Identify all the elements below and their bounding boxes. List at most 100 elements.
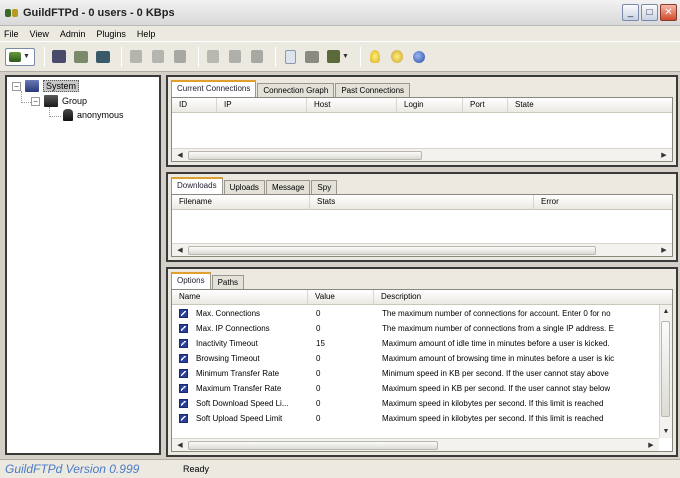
maximize-button[interactable]: □: [641, 4, 658, 21]
column-login[interactable]: Login: [397, 98, 463, 112]
option-value[interactable]: 0: [316, 369, 376, 378]
connect-button[interactable]: ▼: [5, 47, 35, 66]
option-checkbox[interactable]: [179, 369, 188, 378]
tab-connection-graph[interactable]: Connection Graph: [257, 83, 335, 97]
column-stats[interactable]: Stats: [310, 195, 534, 209]
tab-downloads[interactable]: Downloads: [171, 177, 223, 194]
scroll-right-icon[interactable]: ▶: [658, 245, 670, 256]
option-value[interactable]: 15: [316, 339, 376, 348]
column-state[interactable]: State: [508, 98, 672, 112]
settings-button[interactable]: [303, 48, 321, 66]
page3-button[interactable]: [248, 48, 266, 66]
scroll-left-icon[interactable]: ◀: [174, 150, 186, 161]
scroll-right-icon[interactable]: ▶: [658, 150, 670, 161]
menu-help[interactable]: Help: [137, 29, 156, 39]
option-checkbox[interactable]: [179, 324, 188, 333]
tip-button[interactable]: [388, 48, 406, 66]
option-checkbox[interactable]: [179, 309, 188, 318]
options-list[interactable]: Name Value Description Max. Connections …: [171, 289, 673, 452]
tree-item-system[interactable]: − System: [12, 80, 80, 92]
menu-admin[interactable]: Admin: [60, 29, 86, 39]
column-ip[interactable]: IP: [217, 98, 307, 112]
scroll-left-icon[interactable]: ◀: [174, 245, 186, 256]
menu-view[interactable]: View: [30, 29, 49, 39]
option-row-browsing-timeout[interactable]: Browsing Timeout 0 Maximum amount of bro…: [172, 351, 662, 366]
tab-options[interactable]: Options: [171, 272, 211, 289]
globe-button[interactable]: [410, 48, 428, 66]
scrollbar-thumb[interactable]: [661, 321, 670, 417]
tab-uploads[interactable]: Uploads: [223, 180, 265, 194]
column-filename[interactable]: Filename: [172, 195, 310, 209]
transfers-list[interactable]: Filename Stats Error ◀ ▶: [171, 194, 673, 257]
scrollbar-thumb[interactable]: [188, 441, 438, 450]
connections-tabs: Current Connections Connection Graph Pas…: [171, 80, 411, 97]
tab-paths[interactable]: Paths: [211, 275, 245, 289]
tab-past-connections[interactable]: Past Connections: [335, 83, 411, 97]
tab-message[interactable]: Message: [265, 180, 311, 194]
page2-button[interactable]: [226, 48, 244, 66]
chevron-down-icon[interactable]: ▼: [23, 53, 30, 60]
document-button[interactable]: [281, 48, 299, 66]
option-row-inactivity-timeout[interactable]: Inactivity Timeout 15 Maximum amount of …: [172, 336, 662, 351]
collapse-icon[interactable]: −: [12, 81, 21, 91]
tree-item-group[interactable]: − Group: [31, 95, 87, 107]
option-checkbox[interactable]: [179, 339, 188, 348]
option-row-maximum-transfer-rate[interactable]: Maximum Transfer Rate 0 Maximum speed in…: [172, 381, 662, 396]
option-value[interactable]: 0: [316, 354, 376, 363]
option-value[interactable]: 0: [316, 384, 376, 393]
option-checkbox[interactable]: [179, 384, 188, 393]
connections-list[interactable]: ID IP Host Login Port State ◀ ▶: [171, 97, 673, 162]
option-row-soft-download-speed-limit[interactable]: Soft Download Speed Li... 0 Maximum spee…: [172, 396, 662, 411]
column-host[interactable]: Host: [307, 98, 397, 112]
option-checkbox[interactable]: [179, 414, 188, 423]
monitor-button[interactable]: [94, 48, 112, 66]
option-row-max-connections[interactable]: Max. Connections 0 The maximum number of…: [172, 306, 662, 321]
minimize-button[interactable]: _: [622, 4, 639, 21]
copy-button[interactable]: [127, 48, 145, 66]
scrollbar-thumb[interactable]: [188, 246, 596, 255]
page-button[interactable]: [204, 48, 222, 66]
vertical-scrollbar[interactable]: ▲ ▼: [659, 305, 672, 438]
app-logo-icon[interactable]: [4, 7, 20, 19]
menu-plugins[interactable]: Plugins: [96, 29, 126, 39]
column-value[interactable]: Value: [308, 290, 374, 304]
tree-item-anonymous[interactable]: anonymous: [63, 109, 124, 121]
column-error[interactable]: Error: [534, 195, 672, 209]
option-checkbox[interactable]: [179, 354, 188, 363]
plugin-button[interactable]: ▼: [325, 48, 351, 66]
tab-spy[interactable]: Spy: [311, 180, 338, 194]
option-value[interactable]: 0: [316, 324, 376, 333]
close-button[interactable]: ✕: [660, 4, 677, 21]
column-name[interactable]: Name: [172, 290, 308, 304]
user-tree[interactable]: − System − Group anonymous: [5, 75, 161, 455]
option-row-soft-upload-speed-limit[interactable]: Soft Upload Speed Limit 0 Maximum speed …: [172, 411, 662, 426]
column-port[interactable]: Port: [463, 98, 508, 112]
users-button[interactable]: [50, 48, 68, 66]
option-checkbox[interactable]: [179, 399, 188, 408]
version-label: GuildFTPd Version 0.999: [5, 462, 140, 476]
scrollbar-thumb[interactable]: [188, 151, 422, 160]
scroll-right-icon[interactable]: ▶: [645, 440, 657, 451]
collapse-icon[interactable]: −: [31, 96, 40, 106]
option-row-minimum-transfer-rate[interactable]: Minimum Transfer Rate 0 Minimum speed in…: [172, 366, 662, 381]
option-value[interactable]: 0: [316, 399, 376, 408]
option-value[interactable]: 0: [316, 309, 376, 318]
column-description[interactable]: Description: [374, 290, 664, 304]
group-button[interactable]: [72, 48, 90, 66]
horizontal-scrollbar[interactable]: ◀ ▶: [172, 243, 672, 256]
horizontal-scrollbar[interactable]: ◀ ▶: [172, 148, 672, 161]
horizontal-scrollbar[interactable]: ◀ ▶: [172, 438, 659, 451]
column-id[interactable]: ID: [172, 98, 217, 112]
scroll-left-icon[interactable]: ◀: [174, 440, 186, 451]
tab-current-connections[interactable]: Current Connections: [171, 80, 257, 97]
option-value[interactable]: 0: [316, 414, 376, 423]
scroll-up-icon[interactable]: ▲: [660, 306, 672, 317]
scroll-down-icon[interactable]: ▼: [660, 426, 672, 437]
option-row-max-ip-connections[interactable]: Max. IP Connections 0 The maximum number…: [172, 321, 662, 336]
delete-button[interactable]: [171, 48, 189, 66]
option-name: Soft Upload Speed Limit: [196, 414, 283, 423]
paste-button[interactable]: [149, 48, 167, 66]
lightbulb-button[interactable]: [366, 48, 384, 66]
menu-file[interactable]: File: [4, 29, 19, 39]
chevron-down-icon[interactable]: ▼: [342, 53, 349, 60]
